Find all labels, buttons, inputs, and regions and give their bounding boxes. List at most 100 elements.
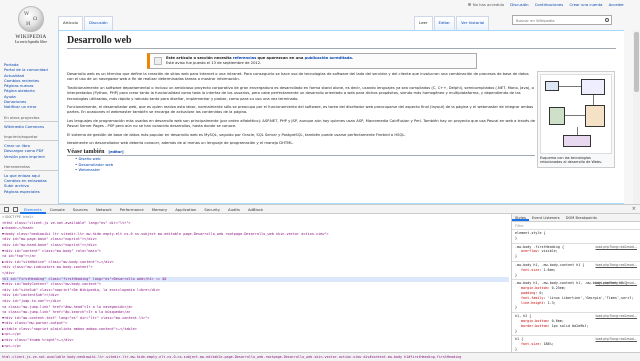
- tab-history[interactable]: Ver historial: [456, 16, 490, 30]
- see-also-list: Diseño webDesarrollador webWebmaster: [67, 156, 616, 172]
- devtools-tab[interactable]: Console: [46, 205, 69, 214]
- rule-close: }: [515, 235, 518, 240]
- css-value: 'Linux Libertine','Georgia','Times',seri…: [547, 295, 634, 300]
- portlet-heading[interactable]: Imprimir/exportar: [4, 134, 58, 141]
- devtools-tab[interactable]: Sources: [69, 205, 92, 214]
- article-paragraph: Funcionalmente, el desarrollador web, qu…: [67, 105, 534, 115]
- css-rule[interactable]: load.php?lang=es&mod… h1 {font-size: 188%…: [512, 336, 640, 352]
- sidebar-link[interactable]: Wikimedia Commons: [4, 124, 58, 129]
- contributions-link[interactable]: Contribuciones: [535, 2, 564, 7]
- puzzle-globe-icon: WΩИ: [18, 6, 44, 32]
- figure-caption: Esquema con las tecnologías relacionadas…: [540, 156, 603, 165]
- css-rule[interactable]: load.php?lang=es&mod… .mw-body h1, .mw-bo…: [512, 262, 640, 281]
- styles-subtab[interactable]: Styles: [512, 214, 529, 221]
- sidebar-portlet: Herramientas Lo que enlaza aquí Cambios en…: [4, 164, 58, 194]
- elements-tree: <!DOCTYPE html> <html class="client-js ve…: [0, 214, 512, 352]
- not-logged-label: No has accedido: [472, 2, 505, 7]
- book-icon: [154, 57, 162, 65]
- css-rule[interactable]: load.php?lang=es&mod… h1, h2 {margin-bott…: [512, 313, 640, 337]
- devtools-tab[interactable]: Elements: [20, 205, 46, 214]
- article-body: Desarrollo web es un término que define …: [67, 72, 616, 146]
- css-rule[interactable]: element.style {}: [512, 230, 640, 244]
- css-value: 188%;: [543, 342, 554, 347]
- devtools-panel: Elements Console Sources Network Performance…: [0, 204, 640, 361]
- rule-close: }: [515, 346, 518, 351]
- devtools-tab[interactable]: Audits: [224, 205, 244, 214]
- sidebar-portlet: En otros proyectos Wikimedia Commons: [4, 115, 58, 129]
- rule-source-link[interactable]: load.php?lang=es&mod…: [595, 245, 637, 250]
- search-input[interactable]: [513, 16, 611, 24]
- css-property: font-size: [521, 342, 540, 347]
- css-value: 0.25em;: [551, 286, 566, 291]
- sidebar-link[interactable]: Versión para imprimir: [4, 154, 58, 159]
- sidebar: Portada Portal de la comunidad Actualidad C…: [4, 62, 58, 199]
- wikipedia-logo[interactable]: WΩИ WIKIPEDIA La enciclopedia libre: [6, 6, 56, 44]
- see-also-heading: Véase también [editar]: [67, 149, 535, 157]
- article-paragraph: Tradicionalmente un software departament…: [67, 85, 534, 101]
- css-declaration[interactable]: font-family: 'Linux Libertine','Georgia'…: [515, 296, 637, 301]
- portlet-heading[interactable]: Herramientas: [4, 164, 58, 171]
- view-tabs: Leer Editar Ver historial: [414, 16, 490, 30]
- css-value: 0;: [539, 290, 544, 295]
- devtools-tab[interactable]: AdBlock: [244, 205, 267, 214]
- sidebar-portlet: Imprimir/exportar Crear un libro Descargar…: [4, 134, 58, 159]
- page-title: Desarrollo web: [67, 35, 616, 49]
- tab-article[interactable]: Artículo: [58, 16, 83, 30]
- tab-read[interactable]: Leer: [414, 16, 433, 30]
- devtools-tab[interactable]: Network: [92, 205, 116, 214]
- styles-subtab[interactable]: DOM Breakpoints: [563, 214, 600, 221]
- search-icon[interactable]: [605, 18, 609, 22]
- device-toolbar-icon[interactable]: [13, 206, 18, 212]
- devtools-tab[interactable]: Memory: [148, 205, 171, 214]
- portlet-heading[interactable]: En otros proyectos: [4, 115, 58, 122]
- notice-link-publication[interactable]: publicación acreditada.: [305, 56, 354, 60]
- article-content: Desarrollo web Este artículo o sección n…: [58, 30, 624, 204]
- css-rule[interactable]: load.php?lang=es&mod… .mw-body h1, .mw-bo…: [512, 280, 640, 314]
- devtools-tab[interactable]: Application: [171, 205, 200, 214]
- search-box: [512, 15, 612, 25]
- styles-tabs: Styles Event Listeners DOM Breakpoints: [512, 214, 640, 222]
- css-value: 1.8em;: [543, 267, 556, 272]
- article-paragraph: Los lenguajes de programación más usados…: [67, 118, 535, 129]
- sidebar-link[interactable]: Notificar un error: [4, 104, 58, 109]
- edit-section-link[interactable]: [editar]: [109, 150, 124, 154]
- see-also-link[interactable]: Webmaster: [75, 167, 616, 172]
- rule-source-link[interactable]: load.php?lang=es&mod…: [595, 281, 637, 286]
- tab-edit[interactable]: Editar: [433, 16, 456, 30]
- dom-node-line[interactable]: ▶<p>…</p>: [2, 344, 509, 350]
- devtools-tab[interactable]: Performance: [116, 205, 148, 214]
- devtools-tabbar: Elements Console Sources Network Performance…: [0, 205, 640, 214]
- page-scrollbar[interactable]: [633, 30, 640, 204]
- rule-source-link[interactable]: load.php?lang=es&mod…: [595, 314, 637, 319]
- css-property: line-height: [521, 300, 544, 305]
- styles-filter-input[interactable]: Filter: [512, 222, 640, 230]
- devtools-tab[interactable]: Security: [200, 205, 224, 214]
- rule-close: }: [515, 328, 518, 333]
- css-property: padding: [521, 290, 536, 295]
- rule-source-link[interactable]: load.php?lang=es&mod…: [595, 337, 637, 342]
- login-link[interactable]: Acceder: [609, 2, 624, 7]
- styles-subtab[interactable]: Event Listeners: [529, 214, 563, 221]
- header: No has accedido Discusión Contribuciones…: [58, 0, 640, 30]
- rule-source-link[interactable]: load.php?lang=es&mod…: [595, 263, 637, 268]
- discussion-link[interactable]: Discusión: [510, 2, 528, 7]
- css-property: margin-bottom: [521, 318, 548, 323]
- close-icon[interactable]: ×: [632, 206, 636, 212]
- notice-bold: Este artículo o sección necesita: [166, 56, 232, 60]
- css-rule[interactable]: load.php?lang=es&mod… .mw-body .firstHead…: [512, 244, 640, 262]
- create-account-link[interactable]: Crear una cuenta: [569, 2, 602, 7]
- browser-page: WΩИ WIKIPEDIA La enciclopedia libre Port…: [0, 0, 640, 204]
- web-technologies-diagram[interactable]: [540, 74, 612, 154]
- sidebar-link[interactable]: Páginas especiales: [4, 189, 58, 194]
- inspect-icon[interactable]: [4, 206, 9, 212]
- css-value: 1px solid #a2a9b1;: [551, 323, 589, 328]
- css-value: 0.6em;: [551, 318, 564, 323]
- notice-link-references[interactable]: referencias: [233, 56, 257, 60]
- css-value: 1.3;: [547, 300, 556, 305]
- scrollbar-thumb[interactable]: [634, 32, 639, 92]
- css-property: font-size: [521, 267, 540, 272]
- personal-tools: No has accedido Discusión Contribuciones…: [467, 2, 624, 7]
- tab-discussion[interactable]: Discusión: [83, 16, 113, 30]
- references-notice: Este artículo o sección necesita referen…: [147, 53, 477, 69]
- user-icon: [467, 3, 471, 6]
